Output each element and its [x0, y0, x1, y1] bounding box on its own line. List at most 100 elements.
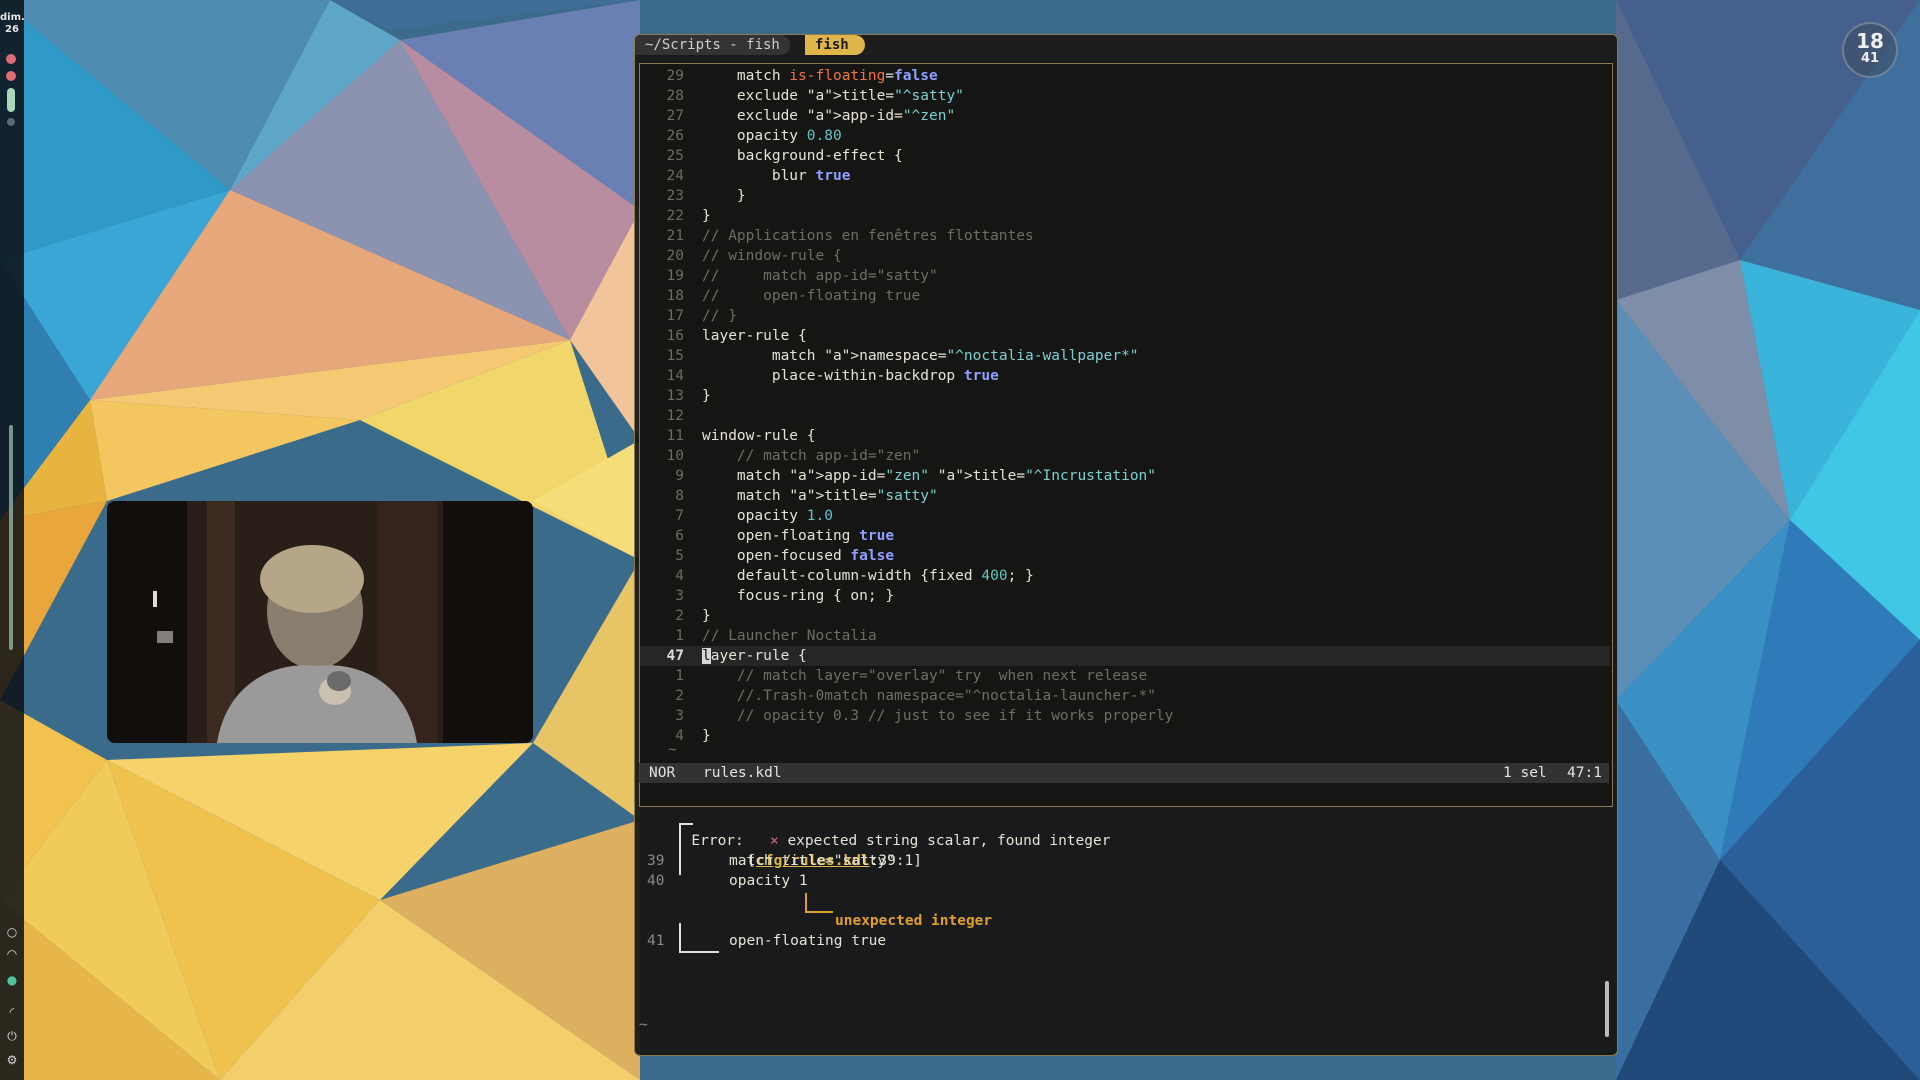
gauge-icon[interactable]: ◜ — [3, 1004, 21, 1020]
code-line[interactable]: 25 background-effect { — [640, 146, 1610, 166]
code-line[interactable]: 1 // match layer="overlay" try when next… — [640, 666, 1610, 686]
line-number: 20 — [666, 248, 684, 264]
line-number: 14 — [666, 368, 684, 384]
line-number: 7 — [675, 508, 684, 524]
code-line[interactable]: 27 exclude "a">app-id="^zen" — [640, 106, 1610, 126]
terminal-window[interactable]: ~/Scripts - fish fish 29 match is-floati… — [634, 34, 1618, 1056]
code-line[interactable]: 15 match "a">namespace="^noctalia-wallpa… — [640, 346, 1610, 366]
line-code: open-floating true — [702, 528, 895, 544]
clock-widget[interactable]: 18 41 — [1842, 22, 1898, 78]
circle-icon[interactable]: ○ — [3, 924, 21, 940]
line-code: match "a">app-id="zen" "a">title="^Incru… — [702, 468, 1157, 484]
code-line[interactable]: 21 // Applications en fenêtres flottantes — [640, 226, 1610, 246]
line-code: exclude "a">title="^satty" — [702, 88, 964, 104]
code-line[interactable]: 6 open-floating true — [640, 526, 1610, 546]
line-number: 29 — [666, 68, 684, 84]
date-widget[interactable]: dim. 26 — [0, 12, 25, 36]
line-code: // Applications en fenêtres flottantes — [702, 228, 1034, 244]
error-line-number-41: 41 — [647, 933, 665, 949]
terminal-scrollbar[interactable] — [1605, 981, 1609, 1037]
workspace-indicator-3[interactable] — [7, 118, 15, 126]
line-code: } — [702, 608, 711, 624]
code-line[interactable]: 19 // match app-id="satty" — [640, 266, 1610, 286]
code-line[interactable]: 20 // window-rule { — [640, 246, 1610, 266]
code-line[interactable]: 7 opacity 1.0 — [640, 506, 1610, 526]
code-line[interactable]: 9 match "a">app-id="zen" "a">title="^Inc… — [640, 466, 1610, 486]
settings-icon[interactable]: ⚙ — [3, 1052, 21, 1068]
line-code: opacity 0.80 — [702, 128, 842, 144]
line-number: 47 — [666, 648, 684, 664]
line-code: // match app-id="satty" — [702, 268, 938, 284]
tab-fish-active[interactable]: fish — [805, 35, 865, 55]
editor-statusline: NOR rules.kdl 1 sel 47:1 — [639, 763, 1609, 783]
date-number: 26 — [5, 24, 19, 35]
line-code: } — [702, 208, 711, 224]
line-number: 23 — [666, 188, 684, 204]
line-number: 10 — [666, 448, 684, 464]
line-code: background-effect { — [702, 148, 903, 164]
line-number: 13 — [666, 388, 684, 404]
line-number: 15 — [666, 348, 684, 364]
wifi-icon[interactable]: ◠ — [3, 946, 21, 962]
date-day: dim. — [0, 12, 25, 23]
line-code: // Launcher Noctalia — [702, 628, 877, 644]
line-code: focus-ring { on; } — [702, 588, 895, 604]
line-number: 16 — [666, 328, 684, 344]
code-line[interactable]: 16 layer-rule { — [640, 326, 1610, 346]
error-annotation: unexpected integer — [835, 913, 993, 929]
error-line-39-code: match title="satty" — [729, 853, 895, 869]
workspace-indicator-active[interactable] — [7, 88, 15, 112]
clock-minute: 41 — [1860, 51, 1880, 66]
code-line[interactable]: 11 window-rule { — [640, 426, 1610, 446]
line-code: } — [702, 188, 746, 204]
code-line[interactable]: 2} — [640, 606, 1610, 626]
code-line[interactable]: 26 opacity 0.80 — [640, 126, 1610, 146]
code-line[interactable]: 4 default-column-width {fixed 400; } — [640, 566, 1610, 586]
line-number: 5 — [675, 548, 684, 564]
line-code: match "a">title="satty" — [702, 488, 938, 504]
code-line[interactable]: 5 open-focused false — [640, 546, 1610, 566]
line-number: 26 — [666, 128, 684, 144]
code-line[interactable]: 23 } — [640, 186, 1610, 206]
video-player[interactable] — [107, 501, 533, 743]
line-number: 6 — [675, 528, 684, 544]
line-number: 2 — [675, 688, 684, 704]
clock-hour: 18 — [1856, 29, 1884, 53]
line-code: open-focused false — [702, 548, 895, 564]
code-line[interactable]: 12 — [640, 406, 1610, 426]
code-line[interactable]: 28 exclude "a">title="^satty" — [640, 86, 1610, 106]
power-icon[interactable]: ⏻ — [3, 1028, 21, 1044]
line-number: 28 — [666, 88, 684, 104]
line-code: // open-floating true — [702, 288, 921, 304]
code-line[interactable]: 3 focus-ring { on; } — [640, 586, 1610, 606]
code-line[interactable]: 13} — [640, 386, 1610, 406]
code-line[interactable]: 14 place-within-backdrop true — [640, 366, 1610, 386]
code-line[interactable]: 3 // opacity 0.3 // just to see if it wo… — [640, 706, 1610, 726]
line-number: 3 — [675, 708, 684, 724]
workspace-indicator-1[interactable] — [6, 54, 16, 64]
tab-scripts-fish[interactable]: ~/Scripts - fish — [635, 35, 790, 55]
line-code: place-within-backdrop true — [702, 368, 999, 384]
code-line[interactable]: 22} — [640, 206, 1610, 226]
code-line[interactable]: 24 blur true — [640, 166, 1610, 186]
line-code: //.Trash-0match namespace="^noctalia-lau… — [702, 688, 1156, 704]
error-line-40-code: opacity 1 — [729, 873, 808, 889]
end-of-buffer-tilde: ~ — [668, 742, 677, 758]
line-number: 2 — [675, 608, 684, 624]
code-line[interactable]: 8 match "a">title="satty" — [640, 486, 1610, 506]
line-number: 12 — [666, 408, 684, 424]
error-line-number-40: 40 — [647, 873, 665, 889]
code-line[interactable]: 18 // open-floating true — [640, 286, 1610, 306]
workspace-indicator-2[interactable] — [6, 71, 16, 81]
error-bracket-top — [679, 823, 693, 875]
code-line[interactable]: 10 // match app-id="zen" — [640, 446, 1610, 466]
line-code: window-rule { — [702, 428, 816, 444]
code-line[interactable]: 2 //.Trash-0match namespace="^noctalia-l… — [640, 686, 1610, 706]
code-line[interactable]: 29 match is-floating=false — [640, 66, 1610, 86]
code-editor[interactable]: 29 match is-floating=false 28 exclude "a"… — [639, 63, 1613, 807]
code-line[interactable]: 1 // Launcher Noctalia — [640, 626, 1610, 646]
code-line[interactable]: 17 // } — [640, 306, 1610, 326]
code-line-current[interactable]: 47 layer-rule { — [640, 646, 1610, 666]
network-icon[interactable]: ● — [3, 972, 21, 988]
mode-indicator: NOR — [649, 765, 676, 781]
